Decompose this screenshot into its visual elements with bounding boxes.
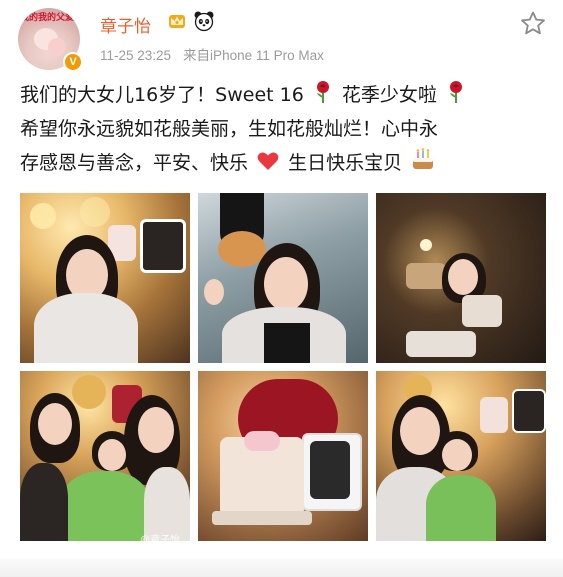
rose-icon <box>449 81 462 103</box>
post-time: 11-25 23:25 <box>100 48 172 63</box>
portrait-photo <box>310 441 350 499</box>
face-shape <box>138 407 174 453</box>
image-watermark: @章子怡 <box>140 535 181 546</box>
portrait-frame <box>140 219 186 273</box>
green-dress-shape <box>426 475 496 541</box>
cake-shape <box>462 295 502 327</box>
post-text-segment: 我们的大女儿16岁了！Sweet 16 <box>20 84 304 106</box>
post-text: 我们的大女儿16岁了！Sweet 16 花季少女啦 希望你永远貌如花般美丽，生如… <box>20 78 550 180</box>
green-dress-shape <box>60 471 150 541</box>
face-shape <box>442 439 472 471</box>
bokeh-light <box>80 197 110 227</box>
verified-icon: V <box>63 52 83 72</box>
rose-icon <box>316 81 329 103</box>
post-text-line-2: 希望你永远貌如花般美丽，生如花般灿烂！心中永 <box>20 118 439 140</box>
raised-hand-shape <box>204 279 224 305</box>
avatar-stamp-text: 我的我的父爱 <box>20 13 75 23</box>
cake-shape <box>480 397 508 433</box>
heart-icon <box>257 152 279 170</box>
face-shape <box>264 257 308 311</box>
avatar-hand-shape <box>48 38 66 56</box>
face-shape <box>98 439 126 471</box>
photo-1[interactable] <box>20 193 190 363</box>
post-text-segment: 花季少女啦 <box>341 84 437 106</box>
portrait-frame <box>512 389 546 433</box>
photo-5[interactable] <box>198 371 368 541</box>
photo-3[interactable] <box>376 193 546 363</box>
image-grid <box>20 193 546 541</box>
panda-badge-icon[interactable] <box>193 10 215 32</box>
crown-badge-icon[interactable] <box>167 12 187 30</box>
cake-shape <box>406 263 446 289</box>
bokeh-light <box>30 203 56 229</box>
post-text-line-3: 存感恩与善念，平安、快乐 生日快乐宝贝 <box>20 146 550 180</box>
face-shape <box>448 259 478 295</box>
plate-shape <box>212 511 312 525</box>
bow-shape <box>244 431 280 451</box>
post-meta: 11-25 23:25 来自iPhone 11 Pro Max <box>100 44 324 64</box>
face-shape <box>400 407 440 455</box>
post-text-segment: 存感恩与善念，平安、快乐 <box>20 152 249 174</box>
dark-top-shape <box>264 323 310 363</box>
face-shape <box>38 403 72 445</box>
balloon-shape <box>72 375 106 409</box>
post-source[interactable]: 来自iPhone 11 Pro Max <box>183 48 324 63</box>
table-shape <box>406 331 476 357</box>
photo-2[interactable] <box>198 193 368 363</box>
birthday-cake-icon <box>413 148 434 169</box>
footer-strip <box>0 559 563 577</box>
post-text-line-1: 我们的大女儿16岁了！Sweet 16 花季少女啦 <box>20 78 550 112</box>
sweater-shape <box>34 293 138 363</box>
dark-top-shape <box>20 463 68 541</box>
candle-light <box>420 239 432 251</box>
author-username[interactable]: 章子怡 <box>100 12 151 37</box>
photo-6[interactable] <box>376 371 546 541</box>
light-top-shape <box>144 467 190 541</box>
star-icon[interactable] <box>518 9 548 39</box>
post-text-segment: 生日快乐宝贝 <box>288 152 403 174</box>
photo-4[interactable] <box>20 371 190 541</box>
